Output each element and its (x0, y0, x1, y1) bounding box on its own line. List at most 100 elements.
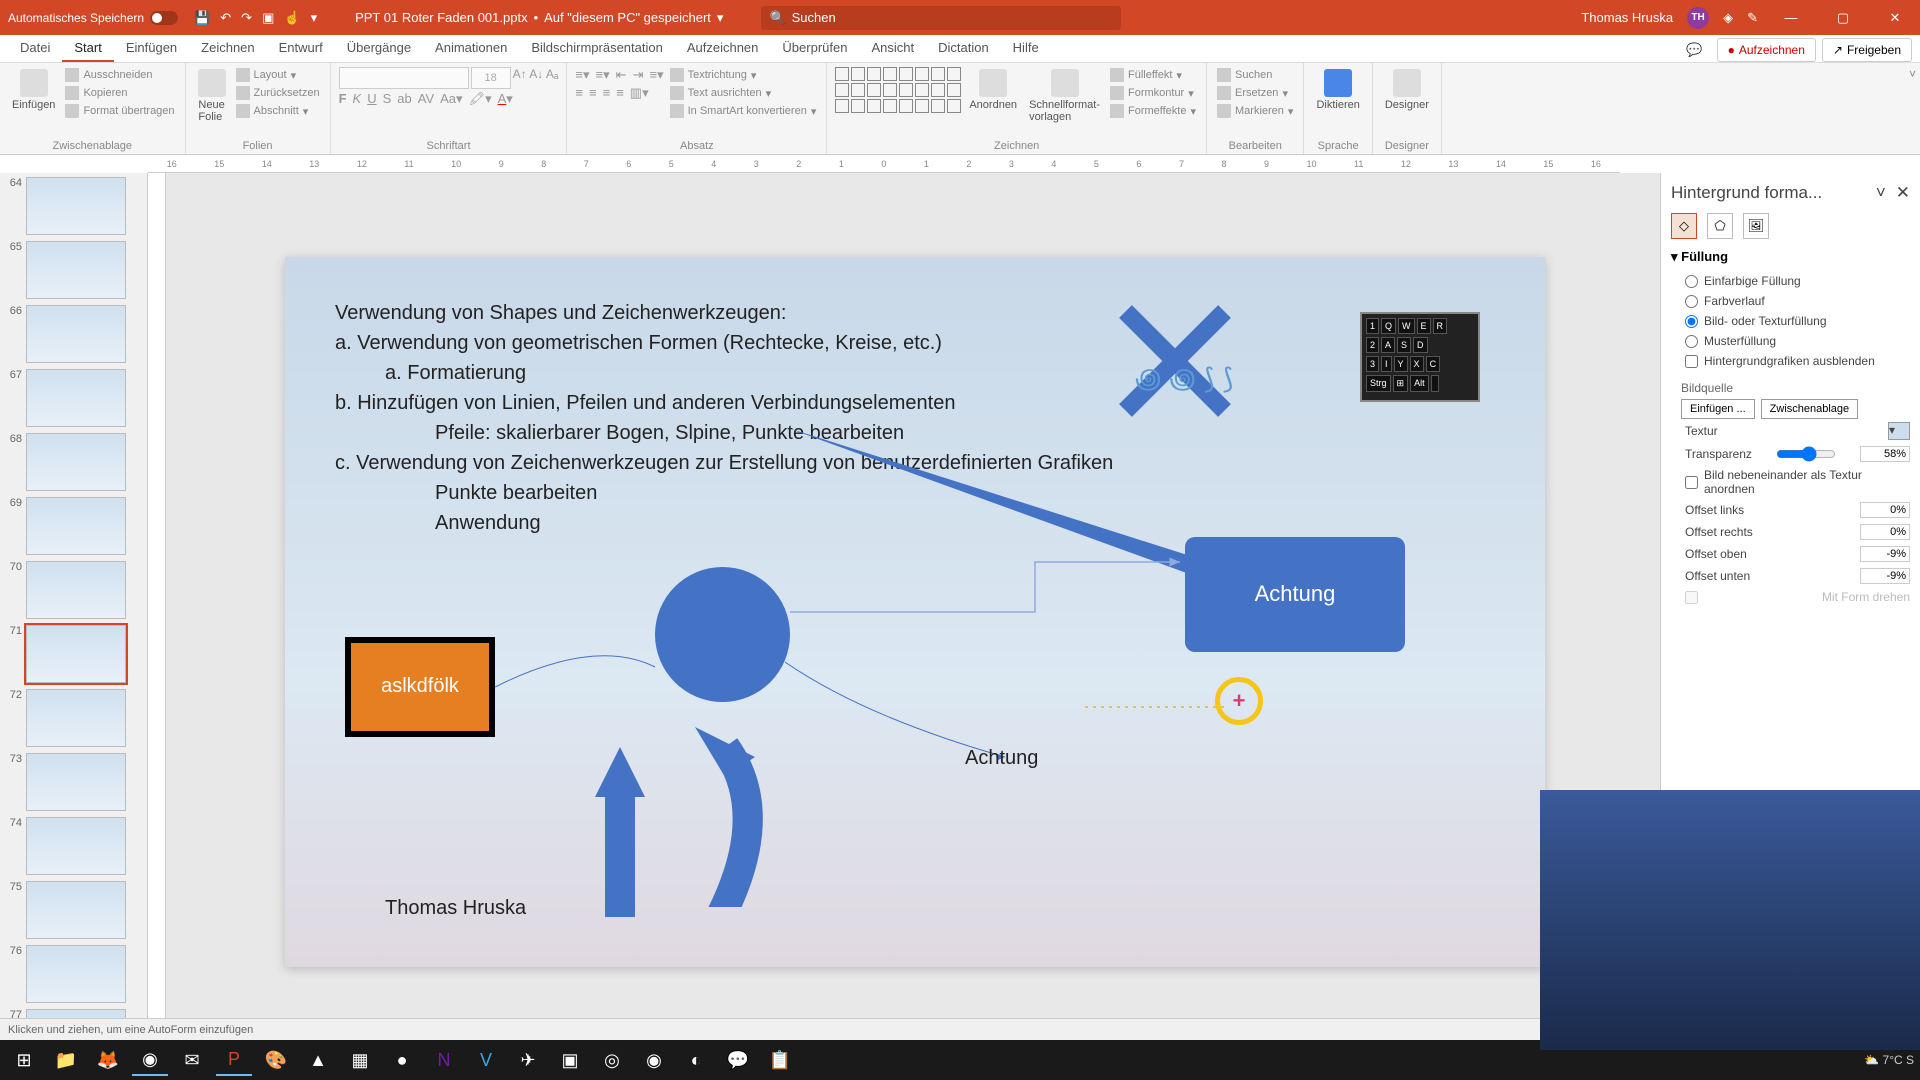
app7-icon[interactable]: 💬 (720, 1044, 756, 1076)
app3-icon[interactable]: ● (384, 1044, 420, 1076)
orange-rect[interactable]: aslkdfölk (345, 637, 495, 737)
designer-button[interactable]: Designer (1381, 67, 1433, 113)
redo-icon[interactable]: ↷ (241, 10, 252, 26)
user-name[interactable]: Thomas Hruska (1581, 10, 1673, 25)
texture-picker[interactable]: ▾ (1888, 422, 1910, 440)
collapse-ribbon-icon[interactable]: ˅ (1909, 67, 1916, 81)
tile-checkbox[interactable]: Bild nebeneinander als Textur anordnen (1671, 465, 1910, 499)
paste-button[interactable]: Einfügen (8, 67, 59, 113)
autosave-toggle[interactable]: Automatisches Speichern (8, 11, 178, 25)
filename[interactable]: PPT 01 Roter Faden 001.pptx • Auf "diese… (355, 10, 723, 26)
app2-icon[interactable]: ▦ (342, 1044, 378, 1076)
outlook-icon[interactable]: ✉ (174, 1044, 210, 1076)
section-button[interactable]: Abschnitt ▾ (234, 103, 322, 119)
find-button[interactable]: Suchen (1215, 67, 1295, 83)
minimize-button[interactable]: — (1772, 0, 1810, 35)
slide-thumb-64[interactable]: 64 (4, 177, 143, 235)
bold-button[interactable]: F (339, 91, 347, 107)
slide-thumb-76[interactable]: 76 (4, 945, 143, 1003)
effects-tab-icon[interactable]: ⬠ (1707, 213, 1733, 239)
font-family-select[interactable] (339, 67, 469, 89)
slide[interactable]: Verwendung von Shapes und Zeichenwerkzeu… (285, 257, 1545, 967)
fill-picture-radio[interactable]: Bild- oder Texturfüllung (1671, 311, 1910, 331)
app8-icon[interactable]: 📋 (762, 1044, 798, 1076)
slideshow-icon[interactable]: ▣ (262, 10, 274, 26)
tab-entwurf[interactable]: Entwurf (267, 35, 335, 62)
transparency-field[interactable] (1860, 446, 1910, 462)
share-button[interactable]: ↗ Freigeben (1822, 38, 1912, 62)
spacing-button[interactable]: AV (418, 91, 434, 107)
start-button[interactable]: ⊞ (6, 1044, 42, 1076)
replace-button[interactable]: Ersetzen ▾ (1215, 85, 1295, 101)
columns-button[interactable]: ▥▾ (630, 85, 649, 101)
tab-aufzeichnen[interactable]: Aufzeichnen (675, 35, 771, 62)
tab-animationen[interactable]: Animationen (423, 35, 519, 62)
record-button[interactable]: ● Aufzeichnen (1717, 38, 1816, 62)
chrome-icon[interactable]: ◉ (132, 1044, 168, 1076)
slide-thumb-75[interactable]: 75 (4, 881, 143, 939)
qat-more-icon[interactable]: ▾ (311, 10, 318, 26)
undo-icon[interactable]: ↶ (220, 10, 231, 26)
underline-button[interactable]: U (367, 91, 376, 107)
slide-thumb-68[interactable]: 68 (4, 433, 143, 491)
quick-styles-button[interactable]: Schnellformat- vorlagen (1025, 67, 1104, 125)
slide-thumb-71[interactable]: 71 (4, 625, 143, 683)
fill-gradient-radio[interactable]: Farbverlauf (1671, 291, 1910, 311)
transparency-slider[interactable] (1776, 446, 1836, 462)
strike-button[interactable]: S (383, 91, 392, 107)
comments-icon[interactable]: 💬 (1678, 38, 1710, 62)
app5-icon[interactable]: ◉ (636, 1044, 672, 1076)
insert-picture-button[interactable]: Einfügen ... (1681, 399, 1755, 419)
pane-close-icon[interactable]: ✕ (1896, 183, 1910, 202)
offset-left-field[interactable] (1860, 502, 1910, 518)
shape-effects-button[interactable]: Formeffekte ▾ (1108, 103, 1198, 119)
arrange-button[interactable]: Anordnen (965, 67, 1021, 113)
blue-up-arrow[interactable] (595, 747, 645, 797)
tab-zeichnen[interactable]: Zeichnen (189, 35, 266, 62)
slide-thumb-74[interactable]: 74 (4, 817, 143, 875)
fill-section-header[interactable]: ▾ Füllung (1671, 249, 1910, 265)
onenote-icon[interactable]: N (426, 1044, 462, 1076)
tab-einfügen[interactable]: Einfügen (114, 35, 189, 62)
slide-panel[interactable]: 6465666768697071727374757677 (0, 173, 148, 1050)
curved-arrow[interactable] (665, 727, 765, 907)
tab-ansicht[interactable]: Ansicht (859, 35, 926, 62)
maximize-button[interactable]: ▢ (1824, 0, 1862, 35)
firefox-icon[interactable]: 🦊 (90, 1044, 126, 1076)
italic-button[interactable]: K (353, 91, 362, 107)
select-button[interactable]: Markieren ▾ (1215, 103, 1295, 119)
tab-übergänge[interactable]: Übergänge (335, 35, 423, 62)
align-right-button[interactable]: ≡ (603, 85, 611, 101)
close-button[interactable]: ✕ (1876, 0, 1914, 35)
justify-button[interactable]: ≡ (616, 85, 624, 101)
slide-thumb-66[interactable]: 66 (4, 305, 143, 363)
vlc-icon[interactable]: ▲ (300, 1044, 336, 1076)
slide-thumb-72[interactable]: 72 (4, 689, 143, 747)
app6-icon[interactable]: ◐ (678, 1044, 714, 1076)
slide-thumb-70[interactable]: 70 (4, 561, 143, 619)
telegram-icon[interactable]: ✈ (510, 1044, 546, 1076)
new-slide-button[interactable]: Neue Folie (194, 67, 230, 125)
vscode-icon[interactable]: V (468, 1044, 504, 1076)
reset-button[interactable]: Zurücksetzen (234, 85, 322, 101)
pane-options-icon[interactable]: ˅ (1876, 183, 1886, 202)
tab-start[interactable]: Start (62, 35, 113, 62)
app4-icon[interactable]: ▣ (552, 1044, 588, 1076)
tab-datei[interactable]: Datei (8, 35, 62, 62)
indent-dec-button[interactable]: ⇤ (616, 67, 627, 83)
powerpoint-icon[interactable]: P (216, 1044, 252, 1076)
keyboard-image[interactable]: 1QWER2ASD3IYXCStrg⊞Alt (1360, 312, 1480, 402)
offset-top-field[interactable] (1860, 546, 1910, 562)
touch-icon[interactable]: ☝ (284, 10, 300, 26)
avatar[interactable]: TH (1687, 7, 1709, 29)
slide-thumb-73[interactable]: 73 (4, 753, 143, 811)
dictate-button[interactable]: Diktieren (1312, 67, 1363, 113)
tab-dictation[interactable]: Dictation (926, 35, 1001, 62)
fill-solid-radio[interactable]: Einfarbige Füllung (1671, 271, 1910, 291)
app-icon[interactable]: 🎨 (258, 1044, 294, 1076)
tab-bildschirmpräsentation[interactable]: Bildschirmpräsentation (519, 35, 675, 62)
obs-icon[interactable]: ◎ (594, 1044, 630, 1076)
align-center-button[interactable]: ≡ (589, 85, 597, 101)
indent-inc-button[interactable]: ⇥ (633, 67, 644, 83)
tab-überprüfen[interactable]: Überprüfen (770, 35, 859, 62)
